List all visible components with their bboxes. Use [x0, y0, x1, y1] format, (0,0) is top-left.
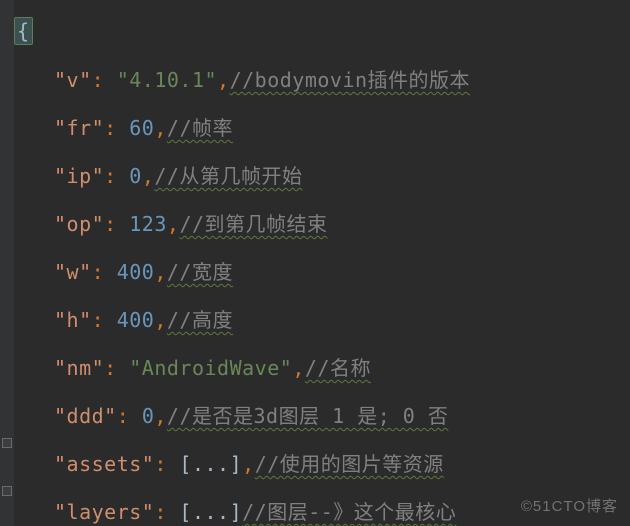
code-line: "nm": "AndroidWave",//名称 [0, 344, 630, 392]
comma: , [154, 116, 167, 140]
json-number: 0 [142, 404, 155, 428]
colon: : [92, 308, 105, 332]
code-line: "op": 123,//到第几帧结束 [0, 200, 630, 248]
json-key: "v" [54, 68, 92, 92]
comment: //是否是3d图层 1 是; 0 否 [167, 404, 448, 428]
open-brace: { [14, 17, 33, 45]
json-key: "w" [54, 260, 92, 284]
colon: : [92, 68, 105, 92]
json-number: 400 [117, 260, 155, 284]
comment: //图层--》这个最核心 [242, 500, 456, 524]
comment: //高度 [167, 308, 233, 332]
comma: , [154, 404, 167, 428]
json-key: "layers" [54, 500, 154, 524]
json-number: 60 [129, 116, 154, 140]
code-line: "ip": 0,//从第几帧开始 [0, 152, 630, 200]
code-line: "v": "4.10.1",//bodymovin插件的版本 [0, 56, 630, 104]
colon: : [117, 404, 130, 428]
fold-marker-icon[interactable] [2, 438, 12, 448]
colon: : [92, 260, 105, 284]
comment: //从第几帧开始 [154, 164, 302, 188]
code-editor[interactable]: { "v": "4.10.1",//bodymovin插件的版本 "fr": 6… [0, 0, 630, 526]
comment: //名称 [305, 356, 371, 380]
code-line: { [0, 8, 630, 56]
comment: //使用的图片等资源 [255, 452, 444, 476]
folded-array[interactable]: [...] [179, 452, 242, 476]
comment: //宽度 [167, 260, 233, 284]
comment: //到第几帧结束 [179, 212, 327, 236]
json-key: "h" [54, 308, 92, 332]
colon: : [104, 212, 117, 236]
code-line: "fr": 60,//帧率 [0, 104, 630, 152]
colon: : [154, 500, 167, 524]
json-number: 400 [117, 308, 155, 332]
colon: : [104, 116, 117, 140]
comma: , [142, 164, 155, 188]
comma: , [154, 308, 167, 332]
comma: , [242, 452, 255, 476]
json-key: "op" [54, 212, 104, 236]
json-string: "4.10.1" [117, 68, 217, 92]
json-key: "ip" [54, 164, 104, 188]
comment: //bodymovin插件的版本 [230, 68, 470, 92]
fold-marker-icon[interactable] [2, 486, 12, 496]
gutter [0, 0, 14, 526]
colon: : [154, 452, 167, 476]
code-line: "w": 400,//宽度 [0, 248, 630, 296]
comma: , [167, 212, 180, 236]
json-string: "AndroidWave" [129, 356, 292, 380]
colon: : [104, 164, 117, 188]
comment: //帧率 [167, 116, 233, 140]
code-line: "ddd": 0,//是否是3d图层 1 是; 0 否 [0, 392, 630, 440]
json-key: "ddd" [54, 404, 117, 428]
json-number: 0 [129, 164, 142, 188]
json-key: "nm" [54, 356, 104, 380]
comma: , [217, 68, 230, 92]
comma: , [292, 356, 305, 380]
watermark: ©51CTO博客 [521, 495, 618, 516]
comma: , [154, 260, 167, 284]
json-key: "fr" [54, 116, 104, 140]
colon: : [104, 356, 117, 380]
folded-array[interactable]: [...] [179, 500, 242, 524]
code-line: "assets": [...],//使用的图片等资源 [0, 440, 630, 488]
code-line: "h": 400,//高度 [0, 296, 630, 344]
json-key: "assets" [54, 452, 154, 476]
json-number: 123 [129, 212, 167, 236]
